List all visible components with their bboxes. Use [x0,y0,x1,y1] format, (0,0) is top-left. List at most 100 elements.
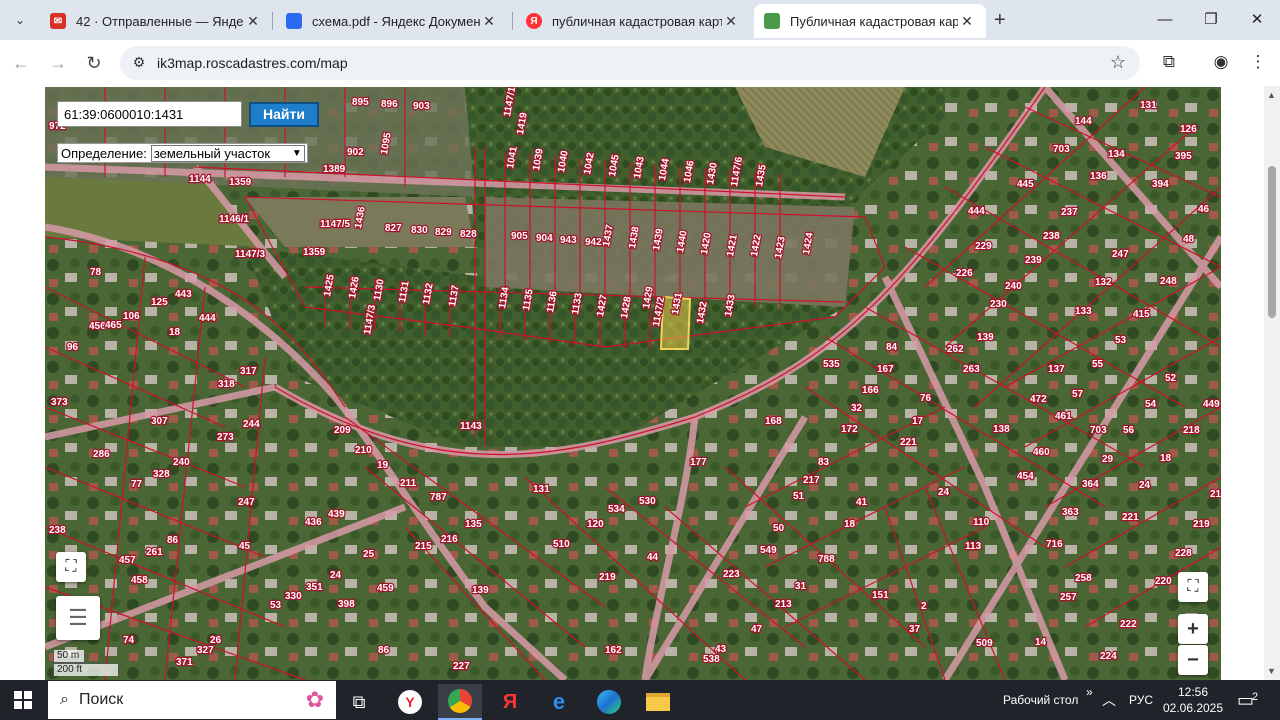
restore-button[interactable]: ❐ [1191,6,1231,32]
plot-label[interactable]: 162 [604,644,624,657]
plot-label[interactable]: 172 [840,423,860,436]
profile-icon[interactable]: ◉ [1209,52,1233,76]
plot-label[interactable]: 439 [327,508,347,521]
close-icon[interactable]: ✕ [244,13,262,30]
plot-label[interactable]: 14 [1034,636,1048,649]
yandex-icon[interactable]: Я [488,684,532,720]
plot-label[interactable]: 262 [946,343,966,356]
plot-label[interactable]: 53 [269,599,283,612]
plot-label[interactable]: 217 [802,474,822,487]
plot-label[interactable]: 905 [510,230,530,243]
plot-label[interactable]: 286 [92,448,112,461]
plot-label[interactable]: 78 [89,266,103,279]
plot-label[interactable]: 24 [329,569,343,582]
scroll-up-icon[interactable]: ▲ [1267,90,1276,100]
plot-label[interactable]: 41 [855,496,869,509]
minimize-button[interactable]: — [1145,6,1185,32]
plot-label[interactable]: 465 [104,319,124,332]
zoom-in-button[interactable]: + [1178,614,1208,644]
plot-label[interactable]: 457 [118,554,138,567]
plot-label[interactable]: 240 [172,456,192,469]
plot-label[interactable]: 224 [1099,650,1119,663]
plot-label[interactable]: 24 [937,486,951,499]
close-icon[interactable]: ✕ [480,13,498,30]
plot-label[interactable]: 135 [464,518,484,531]
plot-label[interactable]: 226 [955,267,975,280]
plot-label[interactable]: 943 [559,234,579,247]
plot-label[interactable]: 77 [130,478,144,491]
plot-label[interactable]: 258 [1074,572,1094,585]
plot-label[interactable]: 472 [1029,393,1049,406]
plot-label[interactable]: 18 [168,326,182,339]
zoom-out-button[interactable]: − [1178,645,1208,675]
scroll-down-icon[interactable]: ▼ [1267,666,1276,676]
plot-label[interactable]: 230 [989,298,1009,311]
plot-label[interactable]: 113 [964,540,983,553]
map-canvas[interactable]: 895 896 903902 10951389135911441147/1141910… [45,87,1221,680]
plot-label[interactable]: 213 [774,598,794,611]
plot-label[interactable]: 788 [817,553,837,566]
extensions-icon[interactable]: ⧉ [1157,52,1181,76]
plot-label[interactable]: 261 [145,546,165,559]
plot-label[interactable]: 166 [861,384,881,397]
tab-cadastral-map[interactable]: Публичная кадастровая карта ✕ [754,4,986,38]
plot-label[interactable]: 215 [414,540,434,553]
plot-label[interactable]: 25 [362,548,376,561]
reload-button[interactable]: ↻ [81,50,107,76]
plot-label[interactable]: 18 [1159,452,1173,465]
tab-docs[interactable]: схема.pdf - Яндекс Документы ✕ [276,4,508,38]
tab-search-button[interactable]: ⌄ [6,8,34,32]
plot-label[interactable]: 151 [871,589,891,602]
plot-label[interactable]: 371 [175,656,195,669]
plot-label[interactable]: 237 [1060,206,1080,219]
plot-label[interactable]: 120 [586,518,606,531]
plot-label[interactable]: 133 [1074,305,1094,318]
plot-label[interactable]: 106 [122,310,142,323]
plot-label[interactable]: 227 [452,660,472,673]
plot-label[interactable]: 1359 [302,246,327,259]
plot-label[interactable]: 459 [376,582,396,595]
plot-label[interactable]: 1389 [322,163,347,176]
plot-label[interactable]: 26 [209,634,223,647]
site-info-icon[interactable]: ⚙ [130,54,148,72]
plot-label[interactable]: 136 [1089,170,1109,183]
plot-label[interactable]: 1144 [188,173,213,186]
plot-label[interactable]: 373 [50,396,70,409]
plot-label[interactable]: 132 [1094,276,1114,289]
chevron-up-icon[interactable]: ︿ [1102,680,1116,720]
plot-label[interactable]: 44 [646,551,660,564]
plot-label[interactable]: 96 [66,341,80,354]
plot-label[interactable]: 218 [1182,424,1202,437]
plot-label[interactable]: 509 [975,637,995,650]
plot-label[interactable]: 787 [429,491,449,504]
plot-label[interactable]: 48 [1182,233,1196,246]
plot-label[interactable]: 829 [434,226,454,239]
windows-start-icon[interactable] [14,691,32,709]
plot-label[interactable]: 2 [920,600,928,613]
tab-mail[interactable]: ✉ 42 · Отправленные — Яндекс ✕ [40,4,272,38]
plot-label[interactable]: 460 [1032,446,1052,459]
plot-label[interactable]: 17 [911,415,925,428]
plot-label[interactable]: 703 [1089,424,1109,437]
plot-label[interactable]: 53 [1114,334,1128,347]
plot-label[interactable]: 549 [759,544,779,557]
plot-label[interactable]: 229 [974,240,994,253]
plot-label[interactable]: 137 [1047,363,1067,376]
plot-label[interactable]: 461 [1054,410,1074,423]
url-text[interactable]: ik3map.roscadastres.com/map [157,55,348,71]
plot-label[interactable]: 83 [817,456,831,469]
plot-label[interactable]: 443 [174,288,194,301]
plot-label[interactable]: 138 [992,423,1012,436]
plot-label[interactable]: 50 [772,522,786,535]
plot-label[interactable]: 248 [1159,275,1179,288]
desktop-label[interactable]: Рабочий стол [1003,680,1078,720]
menu-dots-icon[interactable]: ⋮ [1246,52,1270,76]
plot-label[interactable]: 895 [351,96,371,109]
plot-label[interactable]: 247 [1111,248,1131,261]
plot-label[interactable]: 318 [217,378,237,391]
plot-label[interactable]: 168 [764,415,784,428]
clock[interactable]: 12:56 02.06.2025 [1158,684,1228,716]
plot-label[interactable]: 29 [1101,453,1115,466]
plot-label[interactable]: 37 [908,623,922,636]
file-explorer-icon[interactable] [636,684,680,720]
